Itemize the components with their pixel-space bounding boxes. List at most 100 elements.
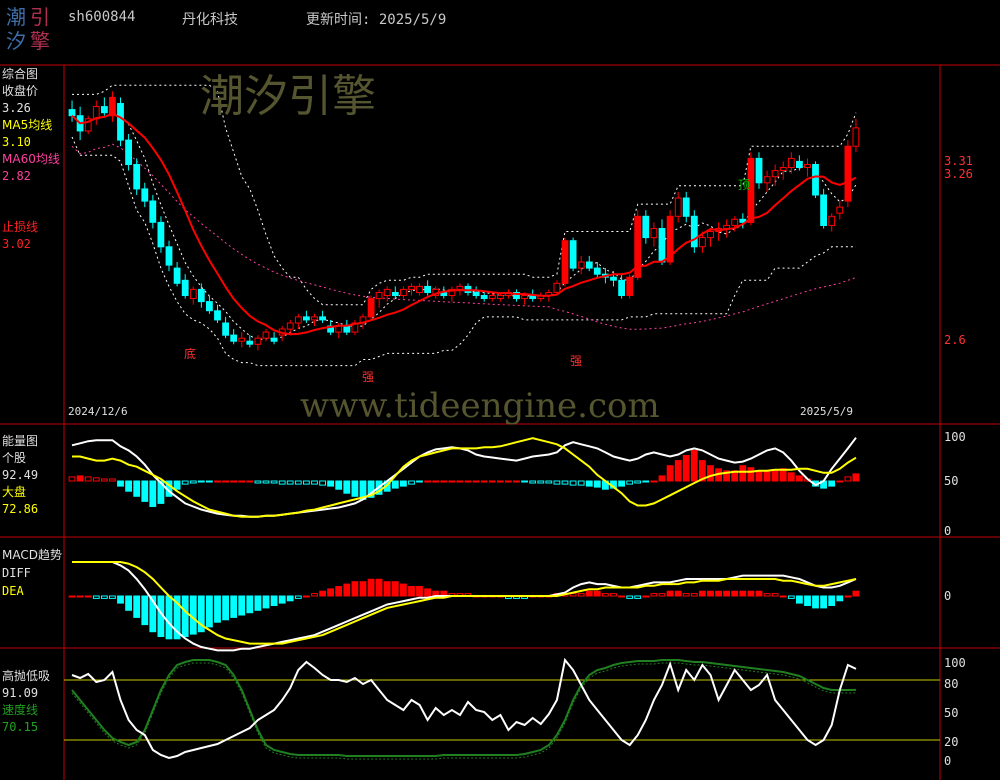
macd-bar <box>359 581 367 597</box>
macd-bar <box>311 593 318 597</box>
diff-label: DIFF <box>2 566 31 580</box>
candle-body <box>173 267 181 284</box>
candle-body <box>206 301 213 312</box>
energy-bar <box>569 480 577 486</box>
macd-bar <box>715 590 723 597</box>
energy-stock-value: 92.49 <box>2 468 39 482</box>
macd-bar <box>375 578 383 597</box>
macd-bar <box>141 595 149 626</box>
candle-body <box>101 106 108 114</box>
macd-bar <box>238 595 246 616</box>
start-date-label: 2024/12/6 <box>68 405 128 418</box>
candle-body <box>416 285 423 293</box>
trend-line <box>71 112 857 336</box>
lower-band <box>71 136 856 367</box>
candle-body <box>286 322 294 330</box>
speed-shadow-line <box>71 662 857 760</box>
energy-bar <box>497 480 504 483</box>
kdj-value: 91.09 <box>2 686 39 700</box>
macd-bar <box>779 595 787 598</box>
macd-bar <box>707 590 714 597</box>
macd-bar <box>682 593 690 597</box>
macd-bar <box>828 595 836 606</box>
candle-body <box>561 240 569 284</box>
energy-bar <box>836 480 844 483</box>
kdj-title: 高抛低吸 <box>2 669 51 683</box>
candle-body <box>141 188 149 202</box>
candle-body <box>472 292 480 296</box>
energy-bar <box>674 460 682 482</box>
energy-bar <box>642 480 650 483</box>
energy-bar <box>327 480 335 487</box>
energy-bar <box>101 478 108 482</box>
energy-bar <box>141 480 149 502</box>
energy-bar <box>682 455 690 482</box>
candle-body <box>408 285 415 290</box>
energy-bar <box>513 480 520 483</box>
logo-char-2: 引 <box>30 5 50 29</box>
energy-bar <box>68 476 76 482</box>
macd-bar <box>666 590 674 597</box>
logo-char-1: 潮 <box>6 5 26 29</box>
macd-bar <box>125 595 132 611</box>
macd-bar <box>327 588 335 597</box>
candle-body <box>189 288 197 299</box>
logo-char-4: 擎 <box>30 29 50 53</box>
candle-body <box>311 316 318 321</box>
energy-bar <box>480 480 488 483</box>
energy-bar <box>391 480 399 489</box>
candle-body <box>238 337 246 342</box>
energy-bar <box>76 475 84 482</box>
macd-bar <box>206 595 213 628</box>
macd-bar <box>367 578 375 597</box>
candle-body <box>157 221 165 248</box>
candle-body <box>707 231 714 239</box>
kdj-axis-20: 20 <box>944 735 959 749</box>
candle-body <box>812 164 819 196</box>
energy-bar <box>408 480 415 485</box>
close-label: 收盘价 <box>2 84 39 98</box>
candle-body <box>214 310 221 321</box>
energy-bar <box>707 465 714 482</box>
energy-bar <box>294 480 302 485</box>
candle-body <box>149 200 157 223</box>
candle-body <box>690 215 698 248</box>
energy-bar <box>464 480 472 483</box>
energy-title: 能量图 <box>2 434 39 448</box>
energy-bar <box>222 480 229 483</box>
kdj-axis-100: 100 <box>944 656 966 670</box>
candle-body <box>254 337 262 345</box>
macd-bar <box>400 583 407 597</box>
energy-bar <box>230 480 238 483</box>
energy-bar <box>181 480 189 485</box>
candle-body <box>763 176 771 184</box>
candle-body <box>731 218 739 226</box>
macd-bar <box>820 595 828 609</box>
macd-bar <box>690 593 698 597</box>
kdj-axis-80: 80 <box>944 677 959 691</box>
macd-bar <box>286 595 294 602</box>
energy-bar <box>262 480 270 484</box>
candle-body <box>577 261 585 269</box>
candle-body <box>222 322 229 336</box>
candle-body <box>674 197 682 217</box>
macd-bar <box>222 595 229 621</box>
main-axis-3-31: 3.31 <box>944 154 973 168</box>
main-title: 综合图 <box>2 67 39 81</box>
energy-bar <box>424 480 432 483</box>
stop-line-value: 3.02 <box>2 237 31 251</box>
macd-bar <box>812 595 819 609</box>
macd-bar <box>658 593 666 597</box>
candle-body <box>521 295 529 299</box>
candle-body <box>165 246 173 266</box>
energy-bar <box>505 480 512 483</box>
marker-strong-2: 强 <box>570 354 583 368</box>
macd-bar <box>585 590 593 597</box>
macd-bar <box>796 595 803 604</box>
energy-stock-line <box>71 437 857 518</box>
macd-bar <box>92 595 100 599</box>
macd-bar <box>68 595 76 598</box>
candle-body <box>456 285 464 290</box>
energy-bar <box>109 478 116 482</box>
candle-body <box>852 127 860 147</box>
